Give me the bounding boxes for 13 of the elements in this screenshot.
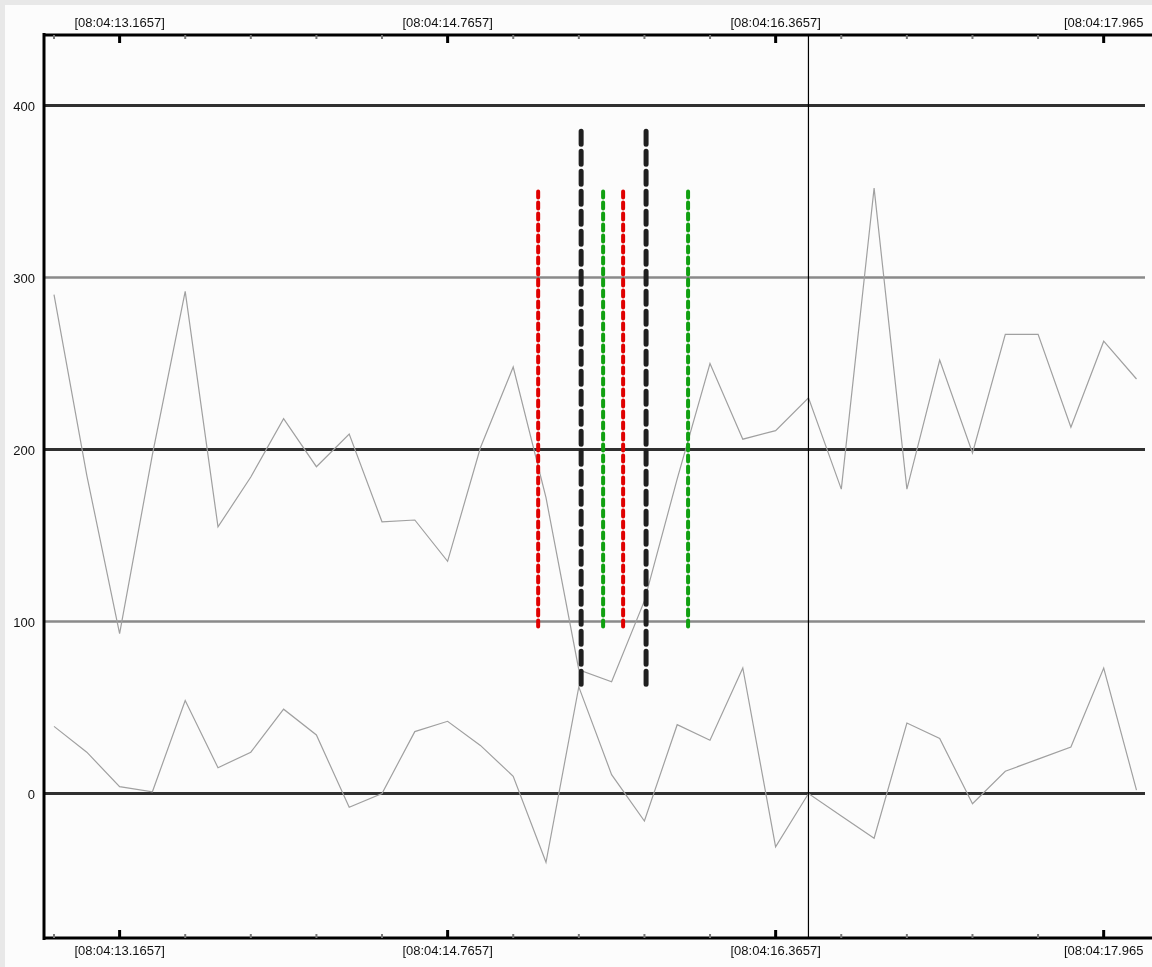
x-tick-label: [08:04:14.7657] (402, 943, 493, 958)
x-tick-label: [08:04:13.1657] (74, 943, 165, 958)
x-tick-label: [08:04:13.1657] (74, 15, 165, 30)
x-tick-label: [08:04:16.3657] (730, 15, 821, 30)
x-tick-label: [08:04:17.965 (1063, 943, 1144, 958)
y-tick-label: 300 (13, 270, 35, 286)
x-tick-label: [08:04:14.7657] (402, 15, 493, 30)
x-tick-label: [08:04:16.3657] (730, 943, 821, 958)
y-tick-label: 100 (13, 614, 35, 630)
y-tick-label: 0 (27, 786, 35, 802)
x-tick-label: [08:04:17.965 (1063, 15, 1144, 30)
y-tick-label: 200 (13, 442, 35, 458)
y-tick-label: 400 (13, 98, 35, 114)
